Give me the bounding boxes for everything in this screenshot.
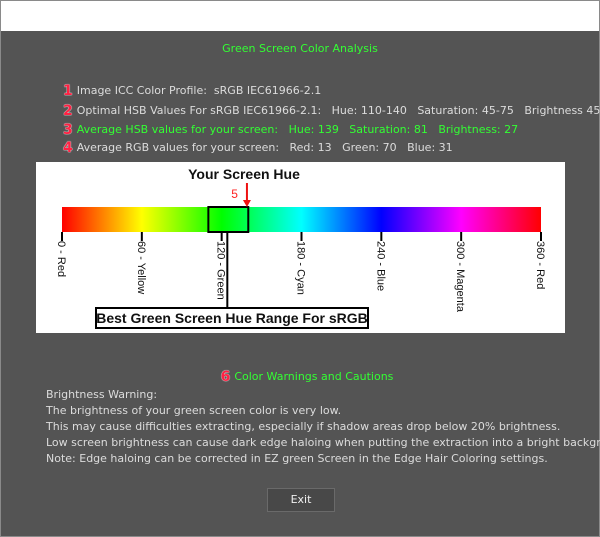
info-line-text: Average RGB values for your screen: Red:…: [76, 141, 453, 154]
warning-note: Note: Edge haloing can be corrected in E…: [46, 452, 548, 465]
warnings-heading: Color Warnings and Cautions: [234, 370, 394, 383]
hue-chart-panel: Your Screen Hue 0 - Red 60 - Yellow 120 - …: [36, 162, 565, 333]
warning-line: Low screen brightness can cause dark edg…: [46, 436, 600, 449]
warning-line: The brightness of your green screen colo…: [46, 404, 342, 417]
analysis-window: Green Screen Color Analysis 1 Image ICC C…: [0, 0, 600, 537]
hue-tick-label: 0 - Red: [55, 241, 67, 277]
hue-chart-heading: Your Screen Hue: [188, 166, 300, 182]
window-title: Green Screen Color Analysis: [222, 42, 378, 55]
hue-chart: Your Screen Hue 0 - Red 60 - Yellow 120 - …: [55, 166, 546, 329]
screen-hue-arrow-icon: [242, 200, 251, 207]
range-label: Best Green Screen Hue Range For sRGB: [96, 310, 368, 326]
badge-6: 6: [220, 369, 231, 385]
hue-spectrum-bar: [62, 207, 541, 232]
hue-tick-label: 240 - Blue: [374, 241, 386, 291]
hue-tick-label: 300 - Magenta: [454, 241, 466, 313]
hue-tick-label: 60 - Yellow: [135, 241, 147, 294]
hue-tick-label: 180 - Cyan: [295, 241, 307, 295]
warning-title: Brightness Warning:: [46, 388, 158, 401]
warning-line: This may cause difficulties extracting, …: [46, 420, 561, 433]
badge-4: 4: [63, 140, 73, 156]
window-top-strip: [1, 1, 599, 31]
hue-tick-label: 120 - Green: [215, 241, 227, 300]
badge-5: 5: [231, 187, 238, 201]
hue-tick-label: 360 - Red: [534, 241, 546, 289]
exit-button[interactable]: Exit: [267, 488, 335, 512]
